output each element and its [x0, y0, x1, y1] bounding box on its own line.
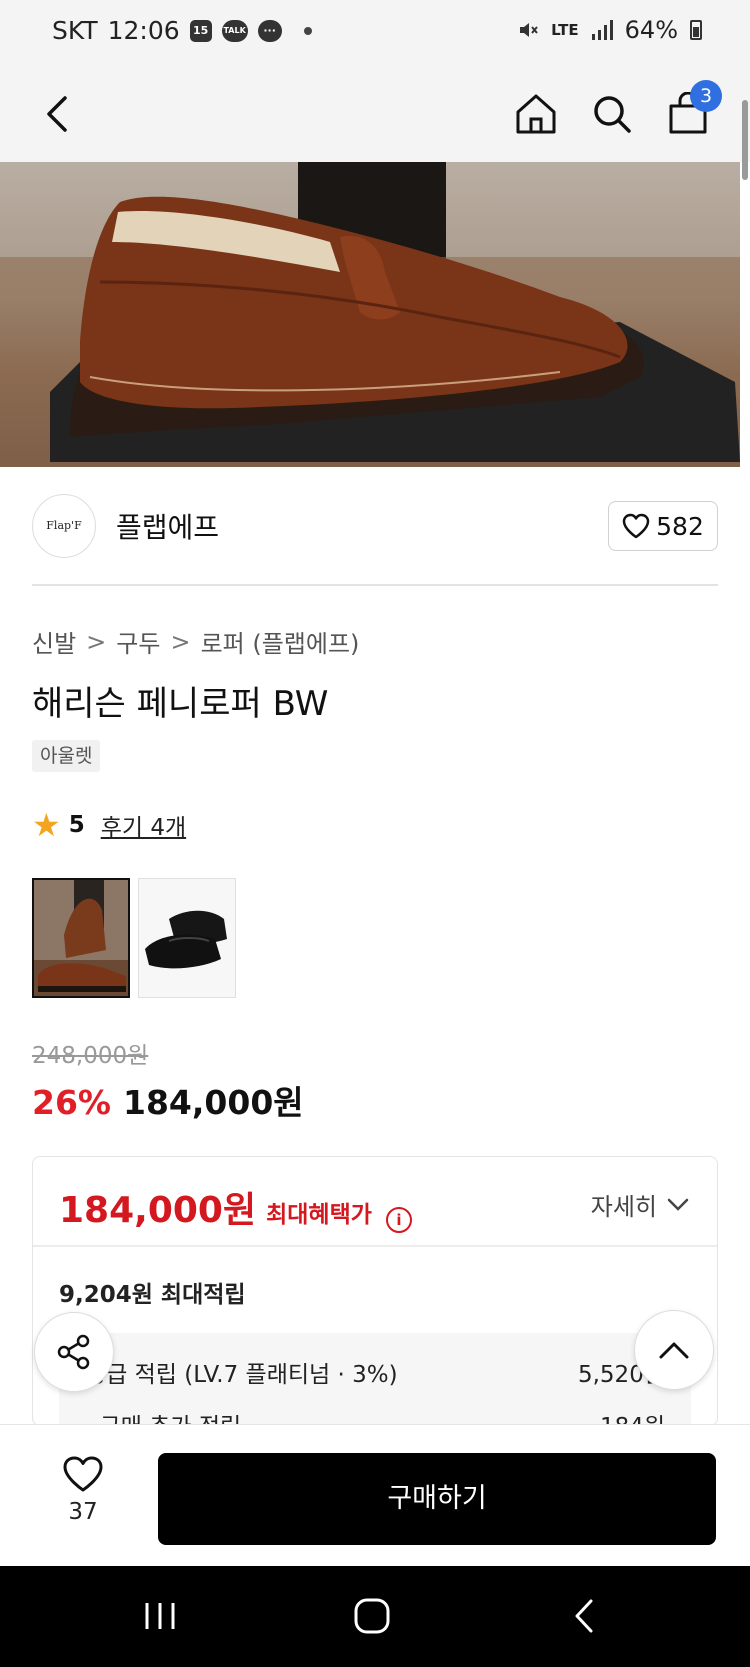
calendar-icon: 15	[189, 19, 212, 42]
brand-like-count: 582	[656, 511, 704, 541]
signal-icon	[591, 20, 613, 40]
cart-count-badge: 3	[690, 80, 722, 112]
max-points: 9,204원 최대적립	[59, 1282, 246, 1308]
status-bar: SKT 12:06 15 TALK ··· LTE 64%	[0, 0, 750, 68]
discount-rate: 26%	[32, 1083, 111, 1122]
chevron-up-icon	[659, 1342, 689, 1359]
thumbnail-black-loafer[interactable]	[138, 878, 236, 998]
points-row: 등급 적립 (LV.7 플래티넘 · 3%) 5,520원	[85, 1355, 665, 1389]
carrier-label: SKT	[52, 16, 98, 45]
battery-icon	[690, 20, 702, 40]
thumbnail-list	[32, 878, 236, 998]
recent-apps-icon	[145, 1603, 175, 1629]
brand-row: Flap'F 플랩에프 582	[32, 494, 718, 558]
scroll-top-button[interactable]	[634, 1310, 714, 1390]
benefit-label: 최대혜택가	[266, 1202, 372, 1228]
benefit-box: 184,000원 최대혜택가 i 자세히 9,204원 최대적립 등급 적립 (…	[32, 1156, 718, 1426]
network-label: LTE	[551, 21, 579, 39]
heart-icon	[63, 1456, 103, 1492]
share-icon	[57, 1334, 90, 1370]
purchase-bar: 37 구매하기	[0, 1424, 750, 1566]
brand-logo[interactable]: Flap'F	[32, 494, 96, 558]
star-icon: ★	[32, 806, 61, 844]
search-button[interactable]	[584, 86, 640, 142]
detail-label: 자세히	[590, 1193, 657, 1221]
loafer-photo	[0, 162, 740, 467]
benefit-divider	[33, 1245, 717, 1247]
mute-icon	[520, 23, 538, 37]
divider	[32, 584, 718, 586]
chat-icon: ···	[257, 19, 282, 42]
breadcrumb-item-shoes[interactable]: 신발	[32, 624, 76, 659]
chevron-right-icon: >	[170, 627, 191, 656]
brand-name[interactable]: 플랩에프	[116, 506, 219, 546]
share-button[interactable]	[34, 1312, 114, 1392]
battery-percent: 64%	[624, 16, 678, 44]
search-icon	[594, 96, 631, 133]
recent-apps-button[interactable]	[140, 1594, 180, 1638]
notification-dot-icon	[303, 26, 312, 35]
home-button[interactable]	[508, 86, 564, 142]
chevron-right-icon: >	[86, 627, 107, 656]
buy-button[interactable]: 구매하기	[158, 1453, 716, 1545]
black-loafer-thumb	[139, 879, 235, 997]
chevron-down-icon	[667, 1198, 689, 1211]
thumbnail-brown-loafer[interactable]	[32, 878, 130, 998]
rating-row: ★ 5 후기 4개	[32, 808, 186, 842]
detail-toggle-button[interactable]: 자세히	[591, 1187, 689, 1222]
product-hero-image[interactable]	[0, 162, 740, 467]
product-title: 해리슨 페니로퍼 BW	[32, 684, 329, 724]
breadcrumb-item-loafer[interactable]: 로퍼 (플랩에프)	[201, 624, 360, 659]
brand-like-button[interactable]: 582	[608, 501, 718, 551]
review-link[interactable]: 후기 4개	[101, 808, 186, 842]
kakaotalk-icon: TALK	[221, 19, 248, 42]
back-nav-button[interactable]	[564, 1594, 604, 1638]
page-scrollbar[interactable]	[742, 100, 748, 180]
brown-loafer-thumb	[34, 880, 128, 996]
benefit-price: 184,000원	[59, 1190, 257, 1231]
breadcrumb-item-dress-shoes[interactable]: 구두	[116, 624, 160, 659]
breadcrumb: 신발 > 구두 > 로퍼 (플랩에프)	[32, 624, 359, 659]
outlet-tag: 아울렛	[32, 740, 101, 772]
original-price: 248,000원	[32, 1043, 149, 1069]
rating-value: 5	[68, 812, 85, 838]
back-icon	[575, 1599, 593, 1633]
back-button[interactable]	[30, 86, 86, 142]
points-row-label: 등급 적립 (LV.7 플래티넘 · 3%)	[85, 1362, 398, 1388]
app-header: 3	[0, 68, 750, 162]
points-breakdown: 등급 적립 (LV.7 플래티넘 · 3%) 5,520원 · 구매 추가 적립…	[59, 1333, 691, 1425]
wishlist-count: 37	[68, 1499, 98, 1525]
home-circle-icon	[354, 1598, 390, 1634]
clock: 12:06	[107, 16, 180, 45]
sale-price: 184,000원	[123, 1083, 304, 1122]
heart-icon	[622, 513, 650, 539]
home-nav-button[interactable]	[350, 1594, 394, 1638]
info-icon[interactable]: i	[385, 1207, 412, 1233]
system-nav-bar	[0, 1566, 750, 1667]
home-icon	[516, 94, 556, 134]
status-left: SKT 12:06 15 TALK ···	[52, 16, 312, 45]
wishlist-button[interactable]: 37	[48, 1455, 118, 1525]
cart-button[interactable]: 3	[660, 80, 722, 142]
chevron-left-icon	[47, 96, 67, 132]
benefit-header: 184,000원 최대혜택가 i	[59, 1181, 412, 1233]
price-row: 26% 184,000원	[32, 1076, 304, 1124]
status-right: LTE 64%	[517, 16, 702, 44]
